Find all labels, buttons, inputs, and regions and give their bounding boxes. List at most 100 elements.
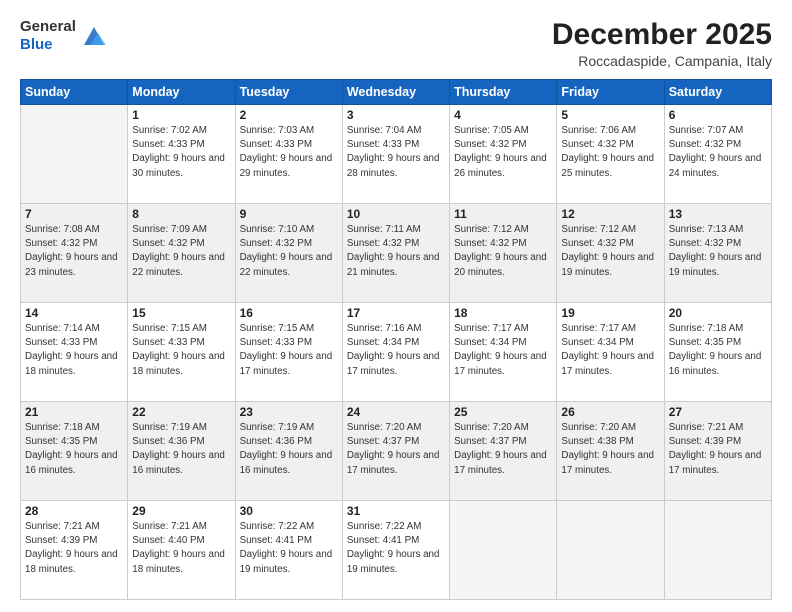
day-number: 29 xyxy=(132,504,230,518)
calendar-cell: 16 Sunrise: 7:15 AMSunset: 4:33 PMDayligh… xyxy=(235,303,342,402)
day-number: 6 xyxy=(669,108,767,122)
calendar-cell: 3 Sunrise: 7:04 AMSunset: 4:33 PMDaylight… xyxy=(342,105,449,204)
calendar-cell: 5 Sunrise: 7:06 AMSunset: 4:32 PMDaylight… xyxy=(557,105,664,204)
calendar-cell: 26Sunrise: 7:20 AMSunset: 4:38 PMDayligh… xyxy=(557,402,664,501)
title-block: December 2025 Roccadaspide, Campania, It… xyxy=(552,18,772,69)
day-number: 1 xyxy=(132,108,230,122)
day-number: 17 xyxy=(347,306,445,320)
day-info: Sunrise: 7:18 AMSunset: 4:35 PMDaylight:… xyxy=(669,322,767,379)
header-friday: Friday xyxy=(557,80,664,105)
day-info: Sunrise: 7:21 AMSunset: 4:39 PMDaylight:… xyxy=(25,520,123,577)
calendar-cell: 7Sunrise: 7:08 AMSunset: 4:32 PMDaylight… xyxy=(21,204,128,303)
calendar-week-row: 1 Sunrise: 7:02 AMSunset: 4:33 PMDaylight… xyxy=(21,105,772,204)
day-number: 18 xyxy=(454,306,552,320)
day-info: Sunrise: 7:18 AMSunset: 4:35 PMDaylight:… xyxy=(25,421,123,478)
calendar-cell: 9 Sunrise: 7:10 AMSunset: 4:32 PMDaylight… xyxy=(235,204,342,303)
weekday-header-row: Sunday Monday Tuesday Wednesday Thursday… xyxy=(21,80,772,105)
day-info: Sunrise: 7:19 AMSunset: 4:36 PMDaylight:… xyxy=(240,421,338,478)
day-number: 10 xyxy=(347,207,445,221)
calendar-week-row: 28 Sunrise: 7:21 AMSunset: 4:39 PMDayligh… xyxy=(21,501,772,600)
day-number: 26 xyxy=(561,405,659,419)
calendar-cell: 2Sunrise: 7:03 AMSunset: 4:33 PMDaylight… xyxy=(235,105,342,204)
header-wednesday: Wednesday xyxy=(342,80,449,105)
day-number: 20 xyxy=(669,306,767,320)
calendar-cell: 11 Sunrise: 7:12 AMSunset: 4:32 PMDayligh… xyxy=(450,204,557,303)
month-title: December 2025 xyxy=(552,18,772,51)
day-number: 8 xyxy=(132,207,230,221)
day-number: 9 xyxy=(240,207,338,221)
calendar-table: Sunday Monday Tuesday Wednesday Thursday… xyxy=(20,79,772,600)
header-thursday: Thursday xyxy=(450,80,557,105)
day-info: Sunrise: 7:21 AMSunset: 4:39 PMDaylight:… xyxy=(669,421,767,478)
day-info: Sunrise: 7:17 AMSunset: 4:34 PMDaylight:… xyxy=(561,322,659,379)
calendar-cell: 27 Sunrise: 7:21 AMSunset: 4:39 PMDayligh… xyxy=(664,402,771,501)
day-info: Sunrise: 7:19 AMSunset: 4:36 PMDaylight:… xyxy=(132,421,230,478)
day-info: Sunrise: 7:21 AMSunset: 4:40 PMDaylight:… xyxy=(132,520,230,577)
logo-blue: Blue xyxy=(20,36,76,54)
calendar-cell: 18 Sunrise: 7:17 AMSunset: 4:34 PMDayligh… xyxy=(450,303,557,402)
day-number: 30 xyxy=(240,504,338,518)
calendar-cell xyxy=(21,105,128,204)
calendar-week-row: 21Sunrise: 7:18 AMSunset: 4:35 PMDayligh… xyxy=(21,402,772,501)
calendar-cell: 28 Sunrise: 7:21 AMSunset: 4:39 PMDayligh… xyxy=(21,501,128,600)
calendar-week-row: 14 Sunrise: 7:14 AMSunset: 4:33 PMDayligh… xyxy=(21,303,772,402)
day-info: Sunrise: 7:20 AMSunset: 4:37 PMDaylight:… xyxy=(347,421,445,478)
calendar-cell: 1 Sunrise: 7:02 AMSunset: 4:33 PMDaylight… xyxy=(128,105,235,204)
calendar-cell: 6 Sunrise: 7:07 AMSunset: 4:32 PMDaylight… xyxy=(664,105,771,204)
day-info: Sunrise: 7:05 AMSunset: 4:32 PMDaylight:… xyxy=(454,124,552,181)
day-info: Sunrise: 7:12 AMSunset: 4:32 PMDaylight:… xyxy=(454,223,552,280)
day-number: 31 xyxy=(347,504,445,518)
calendar-cell: 25 Sunrise: 7:20 AMSunset: 4:37 PMDayligh… xyxy=(450,402,557,501)
day-info: Sunrise: 7:11 AMSunset: 4:32 PMDaylight:… xyxy=(347,223,445,280)
day-info: Sunrise: 7:09 AMSunset: 4:32 PMDaylight:… xyxy=(132,223,230,280)
day-number: 4 xyxy=(454,108,552,122)
calendar-cell: 14 Sunrise: 7:14 AMSunset: 4:33 PMDayligh… xyxy=(21,303,128,402)
day-info: Sunrise: 7:22 AMSunset: 4:41 PMDaylight:… xyxy=(347,520,445,577)
day-info: Sunrise: 7:07 AMSunset: 4:32 PMDaylight:… xyxy=(669,124,767,181)
day-number: 27 xyxy=(669,405,767,419)
day-number: 23 xyxy=(240,405,338,419)
day-info: Sunrise: 7:15 AMSunset: 4:33 PMDaylight:… xyxy=(132,322,230,379)
day-info: Sunrise: 7:06 AMSunset: 4:32 PMDaylight:… xyxy=(561,124,659,181)
day-info: Sunrise: 7:12 AMSunset: 4:32 PMDaylight:… xyxy=(561,223,659,280)
day-info: Sunrise: 7:14 AMSunset: 4:33 PMDaylight:… xyxy=(25,322,123,379)
page: General Blue December 2025 Roccadaspide,… xyxy=(0,0,792,612)
header-saturday: Saturday xyxy=(664,80,771,105)
day-info: Sunrise: 7:17 AMSunset: 4:34 PMDaylight:… xyxy=(454,322,552,379)
calendar-cell: 15 Sunrise: 7:15 AMSunset: 4:33 PMDayligh… xyxy=(128,303,235,402)
day-info: Sunrise: 7:13 AMSunset: 4:32 PMDaylight:… xyxy=(669,223,767,280)
day-number: 25 xyxy=(454,405,552,419)
calendar-cell: 13Sunrise: 7:13 AMSunset: 4:32 PMDayligh… xyxy=(664,204,771,303)
day-number: 2 xyxy=(240,108,338,122)
calendar-cell: 10 Sunrise: 7:11 AMSunset: 4:32 PMDayligh… xyxy=(342,204,449,303)
day-number: 16 xyxy=(240,306,338,320)
header-monday: Monday xyxy=(128,80,235,105)
day-info: Sunrise: 7:15 AMSunset: 4:33 PMDaylight:… xyxy=(240,322,338,379)
day-number: 15 xyxy=(132,306,230,320)
calendar-cell: 4 Sunrise: 7:05 AMSunset: 4:32 PMDaylight… xyxy=(450,105,557,204)
day-number: 3 xyxy=(347,108,445,122)
logo-icon xyxy=(80,21,108,49)
day-info: Sunrise: 7:04 AMSunset: 4:33 PMDaylight:… xyxy=(347,124,445,181)
calendar-cell: 29 Sunrise: 7:21 AMSunset: 4:40 PMDayligh… xyxy=(128,501,235,600)
day-number: 14 xyxy=(25,306,123,320)
calendar-week-row: 7Sunrise: 7:08 AMSunset: 4:32 PMDaylight… xyxy=(21,204,772,303)
day-number: 28 xyxy=(25,504,123,518)
calendar-cell xyxy=(450,501,557,600)
day-number: 22 xyxy=(132,405,230,419)
day-number: 5 xyxy=(561,108,659,122)
day-number: 12 xyxy=(561,207,659,221)
day-number: 24 xyxy=(347,405,445,419)
calendar-cell: 31 Sunrise: 7:22 AMSunset: 4:41 PMDayligh… xyxy=(342,501,449,600)
day-info: Sunrise: 7:22 AMSunset: 4:41 PMDaylight:… xyxy=(240,520,338,577)
day-info: Sunrise: 7:02 AMSunset: 4:33 PMDaylight:… xyxy=(132,124,230,181)
header: General Blue December 2025 Roccadaspide,… xyxy=(20,18,772,69)
day-info: Sunrise: 7:10 AMSunset: 4:32 PMDaylight:… xyxy=(240,223,338,280)
calendar-cell: 17Sunrise: 7:16 AMSunset: 4:34 PMDayligh… xyxy=(342,303,449,402)
logo-general: General xyxy=(20,18,76,36)
day-info: Sunrise: 7:20 AMSunset: 4:37 PMDaylight:… xyxy=(454,421,552,478)
calendar-cell xyxy=(557,501,664,600)
calendar-cell: 30 Sunrise: 7:22 AMSunset: 4:41 PMDayligh… xyxy=(235,501,342,600)
calendar-cell: 8 Sunrise: 7:09 AMSunset: 4:32 PMDaylight… xyxy=(128,204,235,303)
day-number: 11 xyxy=(454,207,552,221)
